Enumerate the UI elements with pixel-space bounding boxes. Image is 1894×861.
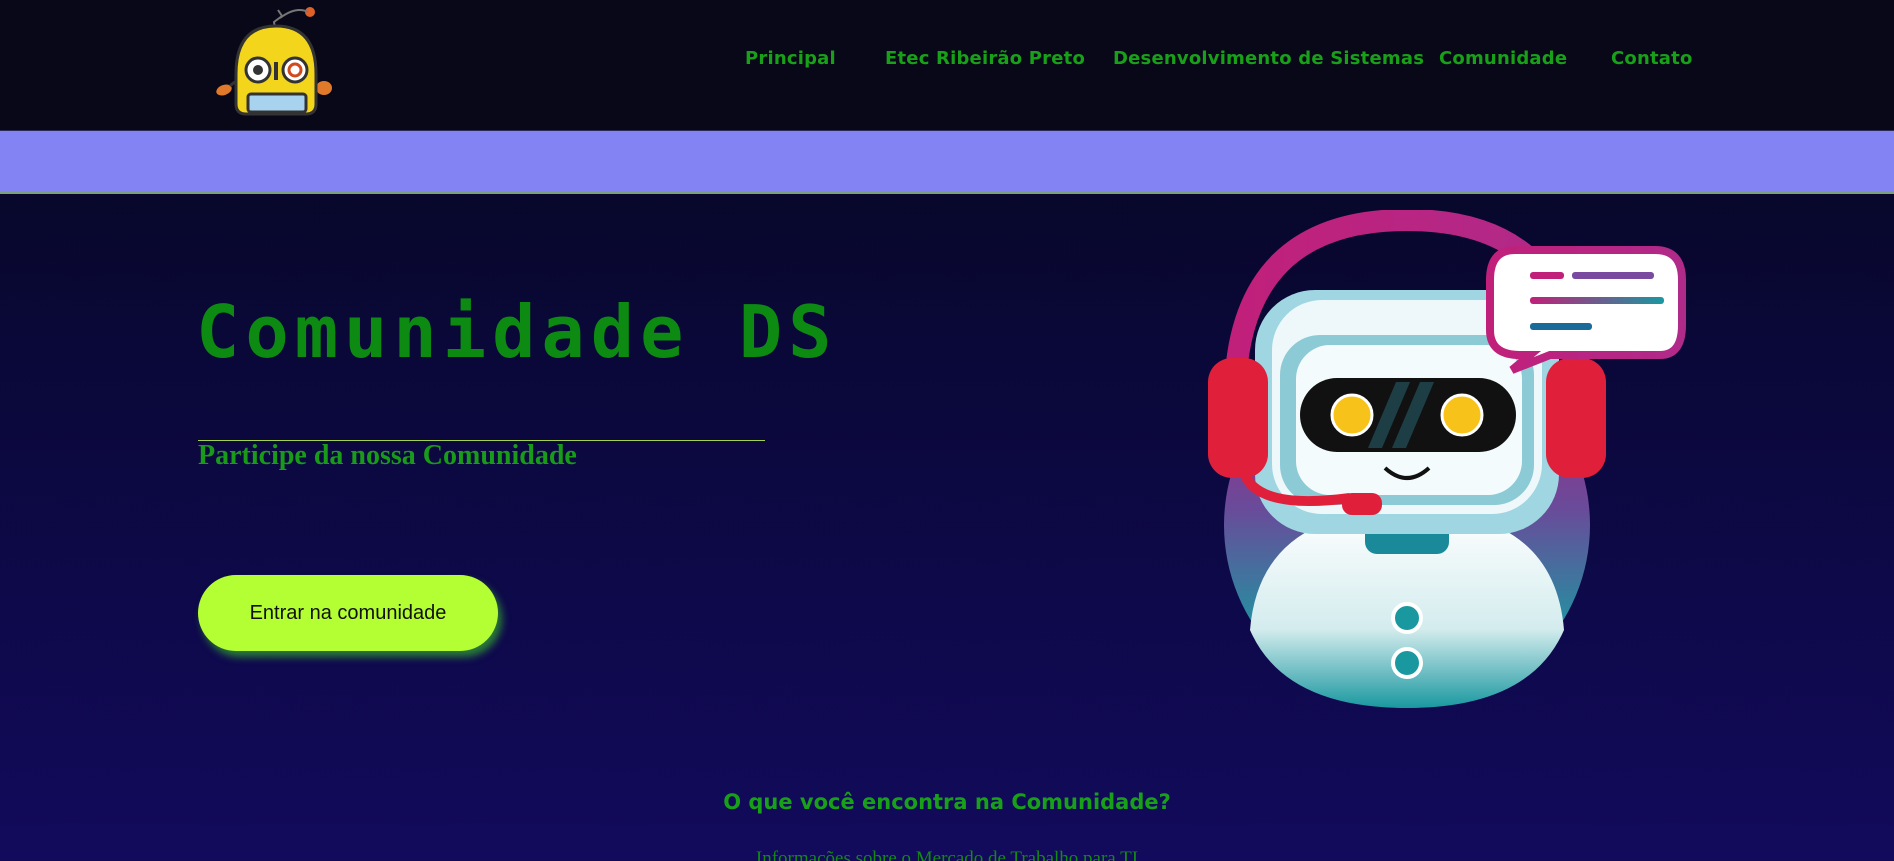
nav-link-contato[interactable]: Contato bbox=[1611, 48, 1693, 69]
nav-link-principal[interactable]: Principal bbox=[745, 48, 836, 69]
site-header: Principal Etec Ribeirão Preto Desenvolvi… bbox=[0, 0, 1894, 131]
hero-title: Comunidade DS bbox=[196, 290, 838, 374]
support-robot-headset-illustration bbox=[1200, 208, 1690, 720]
accent-band bbox=[0, 131, 1894, 194]
main-nav: Principal Etec Ribeirão Preto Desenvolvi… bbox=[0, 0, 1894, 124]
nav-link-etec[interactable]: Etec Ribeirão Preto bbox=[885, 48, 1085, 69]
section-item: Informações sobre o Mercado de Trabalho … bbox=[755, 848, 1139, 861]
hero-subtitle: Participe da nossa Comunidade bbox=[198, 440, 577, 471]
section-title: O que você encontra na Comunidade? bbox=[723, 790, 1171, 814]
nav-link-desenvolvimento[interactable]: Desenvolvimento de Sistemas bbox=[1113, 48, 1424, 69]
nav-link-comunidade[interactable]: Comunidade bbox=[1439, 48, 1567, 69]
join-community-button[interactable]: Entrar na comunidade bbox=[198, 575, 498, 651]
